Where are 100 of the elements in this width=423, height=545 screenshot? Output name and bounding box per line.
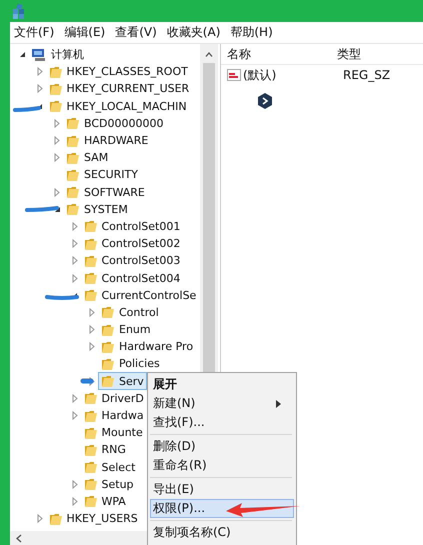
- menu-item[interactable]: 查看(V): [115, 24, 157, 41]
- value-type: REG_SZ: [343, 68, 390, 82]
- tree-node[interactable]: HKEY_USERS: [46, 510, 141, 528]
- collapse-arrow-icon[interactable]: [54, 206, 60, 213]
- folder-icon: [66, 168, 80, 182]
- tree-node[interactable]: HKEY_LOCAL_MACHIN: [46, 97, 190, 116]
- string-value-icon: [227, 68, 241, 82]
- value-name: (默认): [243, 66, 276, 84]
- annotation-stroke: [24, 205, 60, 213]
- expand-arrow-icon[interactable]: [72, 274, 78, 283]
- tree-node[interactable]: SECURITY: [63, 166, 141, 184]
- folder-icon: [84, 254, 98, 268]
- tree-node[interactable]: ControlSet001: [80, 217, 184, 236]
- expand-arrow-icon[interactable]: [54, 188, 60, 197]
- expand-arrow-icon[interactable]: [54, 136, 60, 146]
- caret-icon[interactable]: [16, 534, 22, 542]
- tree-node[interactable]: SYSTEM: [63, 200, 131, 218]
- menu-item[interactable]: 删除(D): [150, 437, 294, 456]
- expand-arrow-icon[interactable]: [54, 153, 60, 162]
- tree-node[interactable]: HKEY_CLASSES_ROOT: [46, 62, 191, 81]
- tree-node[interactable]: SOFTWARE: [63, 183, 148, 202]
- folder-icon: [101, 374, 115, 388]
- menu-item[interactable]: 导出(E): [150, 480, 294, 499]
- menu-item[interactable]: 文件(F): [14, 24, 54, 41]
- folder-icon: [66, 202, 80, 216]
- tree-node[interactable]: Hardwa: [80, 406, 147, 425]
- expand-arrow-icon[interactable]: [72, 496, 78, 506]
- folder-icon: [84, 408, 98, 423]
- tree-node[interactable]: Mounte: [80, 424, 146, 442]
- folder-icon: [84, 391, 98, 406]
- tree-node[interactable]: 计算机: [28, 46, 87, 64]
- menu-item[interactable]: 新建(N): [150, 394, 294, 413]
- folder-icon: [101, 305, 115, 320]
- folder-icon: [48, 512, 62, 526]
- folder-icon: [84, 288, 98, 302]
- folder-icon: [66, 185, 80, 200]
- menu-item[interactable]: 收藏夹(A): [166, 24, 220, 41]
- folder-icon: [66, 150, 80, 165]
- submenu-arrow-icon: [276, 400, 281, 408]
- tree-node[interactable]: CurrentControlSe: [80, 286, 200, 304]
- tree-node[interactable]: HARDWARE: [63, 132, 152, 150]
- folder-icon: [84, 494, 98, 508]
- expand-arrow-icon[interactable]: [72, 411, 78, 420]
- menu-item[interactable]: 权限(P)...: [150, 499, 294, 518]
- computer-icon: [31, 48, 47, 62]
- tree-node[interactable]: Serv: [98, 372, 147, 390]
- menu-item[interactable]: 展开: [150, 375, 294, 394]
- expand-arrow-icon[interactable]: [36, 84, 42, 94]
- column-header[interactable]: 类型: [337, 46, 361, 62]
- menu-item[interactable]: 编辑(E): [64, 24, 106, 41]
- caret-icon[interactable]: [205, 52, 213, 57]
- tree-node[interactable]: HKEY_CURRENT_USER: [46, 80, 192, 98]
- folder-icon: [48, 82, 62, 96]
- tree-node[interactable]: ControlSet004: [80, 269, 184, 288]
- tree-node[interactable]: RNG: [80, 440, 129, 459]
- menu-item[interactable]: 重命名(R): [150, 456, 294, 475]
- folder-icon: [84, 219, 98, 234]
- folder-icon: [101, 356, 115, 371]
- folder-icon: [66, 134, 80, 148]
- expand-arrow-icon[interactable]: [36, 514, 42, 524]
- folder-icon: [84, 426, 98, 440]
- tree-node[interactable]: Control: [98, 303, 162, 322]
- tree-node[interactable]: ControlSet003: [80, 252, 184, 270]
- annotation-stroke: [80, 377, 94, 385]
- tree-node[interactable]: Enum: [98, 320, 154, 339]
- expand-arrow-icon[interactable]: [72, 222, 78, 231]
- folder-icon: [66, 116, 80, 130]
- folder-icon: [84, 442, 98, 457]
- folder-icon: [84, 477, 98, 492]
- menu-item[interactable]: 复制项名称(C): [150, 523, 294, 542]
- tree-node[interactable]: Hardware Pro: [98, 338, 196, 356]
- folder-icon: [84, 271, 98, 286]
- tree-node[interactable]: ControlSet002: [80, 234, 184, 253]
- tree-node[interactable]: Select: [80, 458, 138, 476]
- expand-arrow-icon[interactable]: [72, 256, 78, 266]
- tree-node[interactable]: WPA: [80, 492, 129, 510]
- expand-arrow-icon[interactable]: [72, 394, 78, 403]
- expand-arrow-icon[interactable]: [72, 239, 78, 248]
- expand-arrow-icon[interactable]: [89, 376, 95, 386]
- expand-arrow-icon[interactable]: [89, 308, 95, 317]
- folder-icon: [48, 99, 62, 114]
- column-header[interactable]: 名称: [221, 46, 337, 62]
- folder-icon: [48, 64, 62, 79]
- tree-node[interactable]: Setup: [80, 475, 137, 494]
- annotation-stroke: [44, 293, 80, 301]
- tree-node[interactable]: SAM: [63, 148, 112, 167]
- folder-icon: [101, 322, 115, 337]
- menu-item[interactable]: 帮助(H): [230, 24, 273, 41]
- expand-arrow-icon[interactable]: [36, 67, 42, 76]
- expand-arrow-icon[interactable]: [72, 480, 78, 489]
- tree-node[interactable]: BCD00000000: [63, 114, 166, 132]
- menu-item[interactable]: 查找(F)...: [150, 413, 294, 432]
- folder-icon: [101, 340, 115, 354]
- expand-arrow-icon[interactable]: [89, 325, 95, 334]
- folder-icon: [84, 236, 98, 251]
- tree-node[interactable]: DriverD: [80, 389, 147, 408]
- collapse-arrow-icon[interactable]: [18, 51, 26, 58]
- expand-arrow-icon[interactable]: [54, 118, 60, 128]
- expand-arrow-icon[interactable]: [89, 342, 95, 352]
- tree-node[interactable]: Policies: [98, 354, 163, 373]
